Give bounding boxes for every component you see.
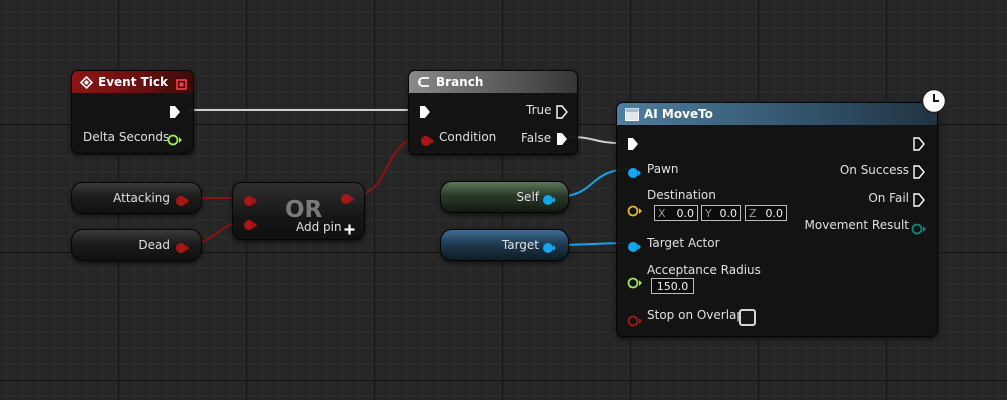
- branch-exec-in-pin[interactable]: [419, 104, 431, 123]
- exec-out-pin[interactable]: [169, 104, 181, 123]
- acceptance-radius-pin[interactable]: [627, 274, 642, 293]
- event-tick-title: Event Tick: [98, 75, 169, 89]
- add-pin-label[interactable]: Add pin: [296, 220, 342, 234]
- self-label: Self: [516, 190, 539, 204]
- y-value: 0.0: [719, 206, 738, 220]
- destination-label: Destination: [647, 188, 716, 202]
- or-output-pin[interactable]: [340, 190, 355, 209]
- moveto-exec-out-pin[interactable]: [913, 136, 925, 155]
- branch-icon: [417, 75, 431, 89]
- self-reference-node[interactable]: Self: [440, 181, 569, 213]
- moveto-exec-in-pin[interactable]: [627, 136, 639, 155]
- true-label: True: [526, 103, 552, 117]
- x-value: 0.0: [676, 206, 695, 220]
- movement-result-label: Movement Result: [804, 218, 909, 232]
- dead-variable-node[interactable]: Dead: [71, 229, 202, 261]
- ai-moveto-node[interactable]: AI MoveTo Pawn Destination X 0.0 Y 0.0 Z…: [616, 102, 938, 337]
- attacking-output-pin[interactable]: [175, 192, 190, 211]
- ai-moveto-title: AI MoveTo: [644, 107, 713, 121]
- true-exec-pin[interactable]: [556, 104, 568, 123]
- attacking-variable-node[interactable]: Attacking: [71, 182, 202, 214]
- destination-pin[interactable]: [627, 202, 642, 221]
- self-output-pin[interactable]: [542, 191, 557, 210]
- on-fail-pin[interactable]: [913, 192, 925, 211]
- stop-on-overlap-pin[interactable]: [627, 312, 642, 331]
- branch-title: Branch: [436, 75, 484, 89]
- x-axis-label: X: [658, 206, 666, 220]
- acceptance-radius-value: 150.0: [656, 279, 689, 293]
- target-label: Target: [501, 238, 539, 252]
- branch-node[interactable]: Branch True Condition False: [408, 70, 578, 155]
- branch-header: Branch: [409, 71, 577, 93]
- or-input-b-pin[interactable]: [243, 216, 258, 235]
- or-input-a-pin[interactable]: [243, 192, 258, 211]
- stop-on-overlap-checkbox[interactable]: [739, 309, 756, 326]
- add-pin-plus-icon[interactable]: [344, 220, 355, 239]
- pawn-pin[interactable]: [627, 164, 642, 183]
- ai-moveto-header: AI MoveTo: [617, 103, 937, 125]
- delta-seconds-pin[interactable]: [167, 131, 182, 150]
- destination-z-field[interactable]: Z 0.0: [745, 205, 787, 221]
- event-diamond-icon: [80, 75, 93, 89]
- target-variable-node[interactable]: Target: [440, 229, 569, 261]
- dead-output-pin[interactable]: [175, 239, 190, 258]
- target-output-pin[interactable]: [542, 239, 557, 258]
- delta-seconds-label: Delta Seconds: [83, 130, 170, 144]
- destination-y-field[interactable]: Y 0.0: [701, 205, 741, 221]
- false-label: False: [521, 131, 552, 145]
- on-fail-label: On Fail: [868, 191, 909, 205]
- stop-on-overlap-label: Stop on Overlap: [647, 308, 745, 322]
- or-node[interactable]: OR Add pin: [232, 182, 365, 240]
- pawn-label: Pawn: [647, 162, 679, 176]
- attacking-label: Attacking: [113, 191, 170, 205]
- dead-label: Dead: [138, 238, 170, 252]
- movement-result-pin[interactable]: [911, 220, 926, 239]
- condition-label: Condition: [439, 130, 497, 144]
- z-value: 0.0: [765, 206, 784, 220]
- acceptance-radius-field[interactable]: 150.0: [651, 278, 694, 294]
- false-exec-pin[interactable]: [556, 131, 568, 150]
- on-success-label: On Success: [839, 163, 909, 177]
- condition-pin[interactable]: [420, 132, 434, 151]
- event-tick-node[interactable]: Event Tick Delta Seconds: [71, 70, 194, 154]
- clock-icon: [921, 88, 947, 118]
- target-actor-label: Target Actor: [647, 236, 720, 250]
- event-tick-header: Event Tick: [72, 71, 193, 93]
- z-axis-label: Z: [749, 206, 757, 220]
- on-success-pin[interactable]: [913, 164, 925, 183]
- y-axis-label: Y: [705, 206, 712, 220]
- acceptance-radius-label: Acceptance Radius: [647, 263, 761, 277]
- target-actor-pin[interactable]: [627, 238, 642, 257]
- destination-x-field[interactable]: X 0.0: [654, 205, 698, 221]
- function-icon: [625, 107, 639, 121]
- delegate-pin[interactable]: [176, 75, 187, 94]
